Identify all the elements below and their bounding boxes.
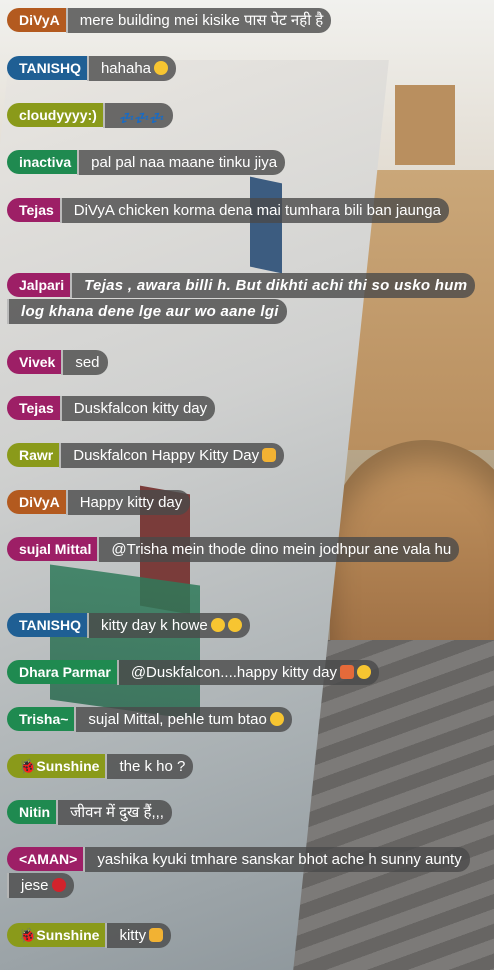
message-text: pal pal naa maane tinku jiya: [77, 150, 286, 175]
chat-message: TANISHQ kitty day k howe: [7, 612, 489, 639]
angry-face-icon: [51, 878, 66, 892]
chat-message: 🐞Sunshine kitty: [7, 922, 489, 949]
message-text: DiVyA chicken korma dena mai tumhara bil…: [59, 198, 449, 223]
hugging-face-icon: [269, 712, 284, 726]
message-text-content: yashika kyuki tmhare sanskar bhot ache h…: [21, 851, 462, 894]
smile-icon: [356, 665, 371, 679]
message-text-content: hahaha: [100, 60, 152, 77]
message-text: kitty day k howe: [86, 613, 250, 638]
username-badge[interactable]: Jalpari: [7, 273, 71, 297]
username-badge[interactable]: TANISHQ: [7, 613, 87, 637]
username-badge[interactable]: Trisha~: [7, 707, 75, 731]
message-text-content: kitty day k howe: [100, 617, 208, 634]
message-text-content: kitty: [119, 927, 147, 944]
chat-message: TANISHQ hahaha: [7, 55, 489, 82]
username-badge[interactable]: DiVyA: [7, 8, 66, 32]
message-text-content: @Duskfalcon....happy kitty day: [130, 664, 337, 681]
username-badge[interactable]: 🐞Sunshine: [7, 923, 106, 947]
sleep-zzz-icon: 💤💤💤: [119, 111, 165, 125]
chat-message: Rawr Duskfalcon Happy Kitty Day: [7, 442, 489, 469]
message-text: Tejas , awara billi h. But dikhti achi t…: [7, 273, 476, 324]
smile-icon: [210, 618, 225, 632]
message-text: Happy kitty day: [65, 490, 191, 515]
slight-smile-icon: [154, 61, 169, 75]
pharmacy-sign: [50, 564, 200, 721]
message-text: जीवन में दुख हैं,,,: [56, 800, 172, 825]
message-text-content: sujal Mittal, pehle tum btao: [88, 711, 267, 728]
blue-window: [250, 176, 282, 274]
username-badge[interactable]: Rawr: [7, 443, 60, 467]
username-badge[interactable]: cloudyyyy:): [7, 103, 103, 127]
chat-message: Trisha~ sujal Mittal, pehle tum btao: [7, 706, 489, 733]
username-badge[interactable]: inactiva: [7, 150, 78, 174]
chat-message: cloudyyyy:) 💤💤💤: [7, 102, 489, 129]
username-badge[interactable]: Dhara Parmar: [7, 660, 117, 684]
chat-message: Tejas DiVyA chicken korma dena mai tumhar…: [7, 197, 489, 224]
chat-message: inactiva pal pal naa maane tinku jiya: [7, 149, 489, 176]
chat-message: Jalpari Tejas , awara billi h. But dikhti…: [7, 272, 489, 325]
chat-message: sujal Mittal @Trisha mein thode dino mein…: [7, 536, 489, 563]
message-text: the k ho ?: [105, 754, 194, 779]
cat-icon: [262, 448, 277, 462]
chat-message: Nitin जीवन में दुख हैं,,,: [7, 799, 489, 826]
message-text: kitty: [105, 923, 172, 948]
username-badge[interactable]: 🐞Sunshine: [7, 754, 106, 778]
username-badge[interactable]: Nitin: [7, 800, 57, 824]
message-text: Duskfalcon Happy Kitty Day: [59, 443, 285, 468]
message-text: @Duskfalcon....happy kitty day: [116, 660, 379, 685]
username-badge[interactable]: sujal Mittal: [7, 537, 98, 561]
message-text: sujal Mittal, pehle tum btao: [74, 707, 292, 732]
username-badge[interactable]: Tejas: [7, 396, 60, 420]
nerd-face-icon: [227, 618, 242, 632]
message-text: @Trisha mein thode dino mein jodhpur ane…: [97, 537, 460, 562]
message-text: Duskfalcon kitty day: [59, 396, 216, 421]
message-text: 💤💤💤: [102, 103, 173, 128]
party-popper-icon: [339, 665, 354, 679]
chat-message: 🐞Sunshine the k ho ?: [7, 753, 489, 780]
chat-message: <AMAN> yashika kyuki tmhare sanskar bhot …: [7, 846, 489, 899]
username-badge[interactable]: TANISHQ: [7, 56, 87, 80]
chat-message: Dhara Parmar @Duskfalcon....happy kitty d…: [7, 659, 489, 686]
chat-message: Vivek sed: [7, 349, 489, 376]
username-badge[interactable]: Tejas: [7, 198, 60, 222]
cat-face-icon: [149, 928, 164, 942]
message-text: hahaha: [86, 56, 177, 81]
message-text-content: Duskfalcon Happy Kitty Day: [73, 447, 260, 464]
chat-message: DiVyA Happy kitty day: [7, 489, 489, 516]
username-badge[interactable]: <AMAN>: [7, 847, 84, 871]
message-text: sed: [61, 350, 108, 375]
message-text: mere building mei kisike पास पेट नही है: [65, 8, 332, 33]
chat-message: Tejas Duskfalcon kitty day: [7, 395, 489, 422]
username-badge[interactable]: Vivek: [7, 350, 62, 374]
chat-message: DiVyA mere building mei kisike पास पेट नह…: [7, 7, 489, 34]
username-badge[interactable]: DiVyA: [7, 490, 66, 514]
